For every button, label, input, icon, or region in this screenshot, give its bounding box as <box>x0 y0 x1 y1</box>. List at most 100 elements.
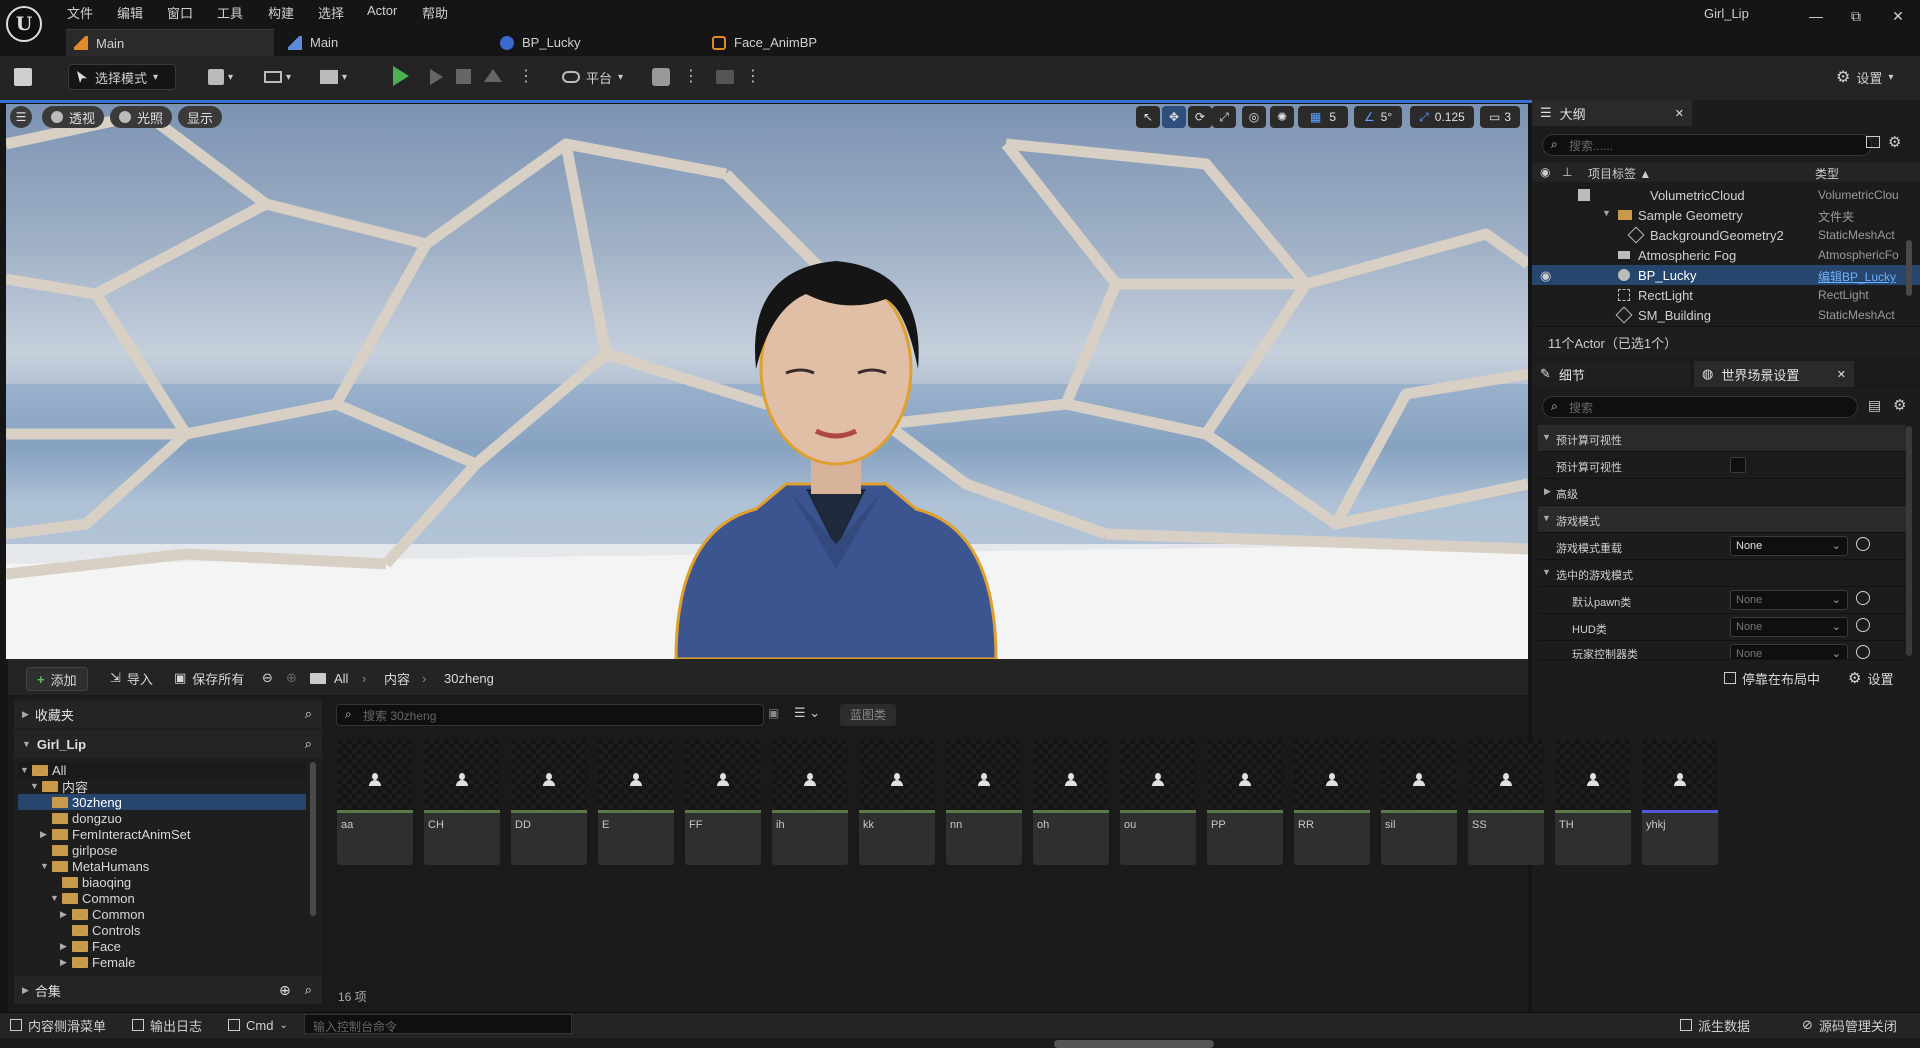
settings-dropdown[interactable]: ⚙ 设置 ▾ <box>1836 64 1893 90</box>
tree-item-content[interactable]: ▼ 内容 <box>18 778 88 795</box>
asset-tile[interactable]: TH <box>1555 739 1631 865</box>
horizontal-scrollbar[interactable] <box>1054 1040 1214 1048</box>
tree-item-controls[interactable]: Controls <box>18 922 140 938</box>
asset-tile[interactable]: PP <box>1207 739 1283 865</box>
cinematics-button[interactable]: ▾ <box>320 64 347 90</box>
gear-icon[interactable]: ⚙ <box>1888 133 1901 151</box>
favorites-header[interactable]: ▶ 收藏夹 ⌕ <box>14 700 322 728</box>
menu-window[interactable]: 窗口 <box>167 3 193 22</box>
asset-tile[interactable]: FF <box>685 739 761 865</box>
outliner-row[interactable]: VolumetricCloud VolumetricClou <box>1532 185 1920 205</box>
save-search-icon[interactable]: ▣ <box>768 706 779 720</box>
output-log-button[interactable]: 输出日志 <box>132 1016 202 1034</box>
table-view-icon[interactable]: ▤ <box>1868 397 1881 414</box>
history-forward-icon[interactable]: ⊕ <box>286 667 297 689</box>
asset-tile[interactable]: nn <box>946 739 1022 865</box>
platforms-dropdown[interactable]: 平台 ▾ <box>562 64 623 90</box>
precomputed-visibility-checkbox[interactable] <box>1730 457 1746 473</box>
reset-to-default-icon[interactable] <box>1856 618 1870 632</box>
add-collection-icon[interactable]: ⊕ <box>279 982 291 999</box>
reset-to-default-icon[interactable] <box>1856 645 1870 659</box>
outliner-row-selected[interactable]: ◉ BP_Lucky 编辑BP_Lucky <box>1532 265 1920 285</box>
tree-item-female[interactable]: ▶ Female <box>18 954 135 970</box>
tree-item-30zheng[interactable]: 30zheng <box>18 794 306 810</box>
add-button[interactable]: + 添加 <box>26 667 88 691</box>
breadcrumb-30zheng[interactable]: 30zheng <box>444 667 494 689</box>
outliner-row[interactable]: ▼ Sample Geometry 文件夹 <box>1532 205 1920 225</box>
dock-in-layout-button[interactable]: 停靠在布局中 <box>1724 667 1820 689</box>
tree-item-feminteractanimset[interactable]: ▶ FemInteractAnimSet <box>18 826 191 842</box>
menu-file[interactable]: 文件 <box>67 3 93 22</box>
menu-select[interactable]: 选择 <box>318 3 344 22</box>
default-pawn-class-dropdown[interactable]: None ⌄ <box>1730 590 1848 610</box>
scale-snap-toggle[interactable]: ⤢ 0.125 <box>1410 106 1474 128</box>
rotate-tool-icon[interactable]: ⟳ <box>1188 106 1212 128</box>
outliner-tab[interactable]: ☰ 大纲 ✕ <box>1532 100 1692 126</box>
history-back-icon[interactable]: ⊖ <box>262 667 273 689</box>
asset-tile[interactable]: sil <box>1381 739 1457 865</box>
asset-tile[interactable]: E <box>598 739 674 865</box>
breadcrumb-content[interactable]: 内容 <box>384 667 410 689</box>
asset-tile[interactable]: oh <box>1033 739 1109 865</box>
surface-snap-icon[interactable]: ✺ <box>1270 106 1294 128</box>
add-folder-icon[interactable] <box>1866 136 1880 148</box>
tab-world-settings[interactable]: ◍ 世界场景设置 ✕ <box>1694 361 1854 387</box>
tab-main-level[interactable]: Main <box>66 29 274 56</box>
search-icon[interactable]: ⌕ <box>305 982 312 998</box>
asset-tile[interactable]: DD <box>511 739 587 865</box>
search-icon[interactable]: ⌕ <box>305 706 312 722</box>
lighting-button[interactable]: 光照 <box>110 106 173 128</box>
tab-face-animbp[interactable]: Face_AnimBP <box>704 29 904 56</box>
content-settings-button[interactable]: ⚙ 设置 <box>1848 667 1893 689</box>
eye-icon[interactable]: ◉ <box>1540 268 1551 284</box>
filter-dropdown[interactable]: ☰ ⌄ <box>794 705 820 721</box>
close-icon[interactable]: ✕ <box>1837 368 1846 381</box>
asset-tile[interactable]: CH <box>424 739 500 865</box>
save-icon[interactable] <box>14 68 32 86</box>
search-icon[interactable]: ⌕ <box>305 736 312 752</box>
close-window-button[interactable]: ✕ <box>1886 8 1910 28</box>
tree-item-common[interactable]: ▼ Common <box>18 890 135 906</box>
tree-item-girlpose[interactable]: girlpose <box>18 842 118 858</box>
console-input[interactable]: 输入控制台命令 <box>304 1014 572 1034</box>
derived-data-button[interactable]: 派生数据 <box>1680 1016 1750 1034</box>
hud-class-dropdown[interactable]: None ⌄ <box>1730 617 1848 637</box>
asset-tile[interactable]: ou <box>1120 739 1196 865</box>
close-icon[interactable]: ✕ <box>1675 107 1684 120</box>
details-search-input[interactable]: ⌕ 搜索 <box>1542 396 1858 418</box>
category-game-mode[interactable]: ▼ 游戏模式 <box>1538 506 1906 533</box>
reset-to-default-icon[interactable] <box>1856 591 1870 605</box>
details-scrollbar[interactable] <box>1906 426 1912 656</box>
advance-frame-icon[interactable] <box>430 69 443 85</box>
blueprints-button[interactable]: ▾ <box>264 64 291 90</box>
category-selected-game-mode[interactable]: ▼ 选中的游戏模式 <box>1538 560 1906 587</box>
content-drawer-button[interactable]: 内容侧滑菜单 <box>10 1016 106 1034</box>
tab-main[interactable]: Main <box>280 29 480 56</box>
edit-blueprint-link[interactable]: 编辑BP_Lucky <box>1818 268 1908 285</box>
select-mode-dropdown[interactable]: 选择模式 ▾ <box>68 64 176 90</box>
select-tool-icon[interactable]: ↖ <box>1136 106 1160 128</box>
menu-help[interactable]: 帮助 <box>422 3 448 22</box>
menu-actor[interactable]: Actor <box>367 3 397 18</box>
camera-speed-button[interactable]: ▭ 3 <box>1480 106 1520 128</box>
import-button[interactable]: ⇲ 导入 <box>110 667 153 689</box>
eye-icon[interactable]: ◉ <box>1540 165 1550 179</box>
asset-tile[interactable]: aa <box>337 739 413 865</box>
level-viewport[interactable] <box>6 104 1528 659</box>
tab-bp-lucky[interactable]: BP_Lucky <box>492 29 692 56</box>
outliner-row[interactable]: SM_Building StaticMeshAct <box>1532 305 1920 325</box>
asset-tile[interactable]: SS <box>1468 739 1544 865</box>
grid-snap-toggle[interactable]: ▦ 5 <box>1298 106 1348 128</box>
save-all-button[interactable]: ▣ 保存所有 <box>174 667 244 689</box>
collections-header[interactable]: ▶ 合集 ⊕ ⌕ <box>14 976 322 1004</box>
more-options-icon[interactable]: ⋮ <box>683 66 699 86</box>
tree-item-metahumans[interactable]: ▼ MetaHumans <box>18 858 149 874</box>
outliner-scrollbar[interactable] <box>1906 240 1912 296</box>
unreal-logo-icon[interactable]: U <box>6 6 42 42</box>
tree-item-face[interactable]: ▶ Face <box>18 938 121 954</box>
folder-icon[interactable] <box>310 667 330 689</box>
outliner-row[interactable]: BackgroundGeometry2 StaticMeshAct <box>1532 225 1920 245</box>
stop-icon[interactable] <box>456 69 471 84</box>
more-options-icon[interactable]: ⋮ <box>745 66 761 86</box>
outliner-row[interactable]: RectLight RectLight <box>1532 285 1920 305</box>
